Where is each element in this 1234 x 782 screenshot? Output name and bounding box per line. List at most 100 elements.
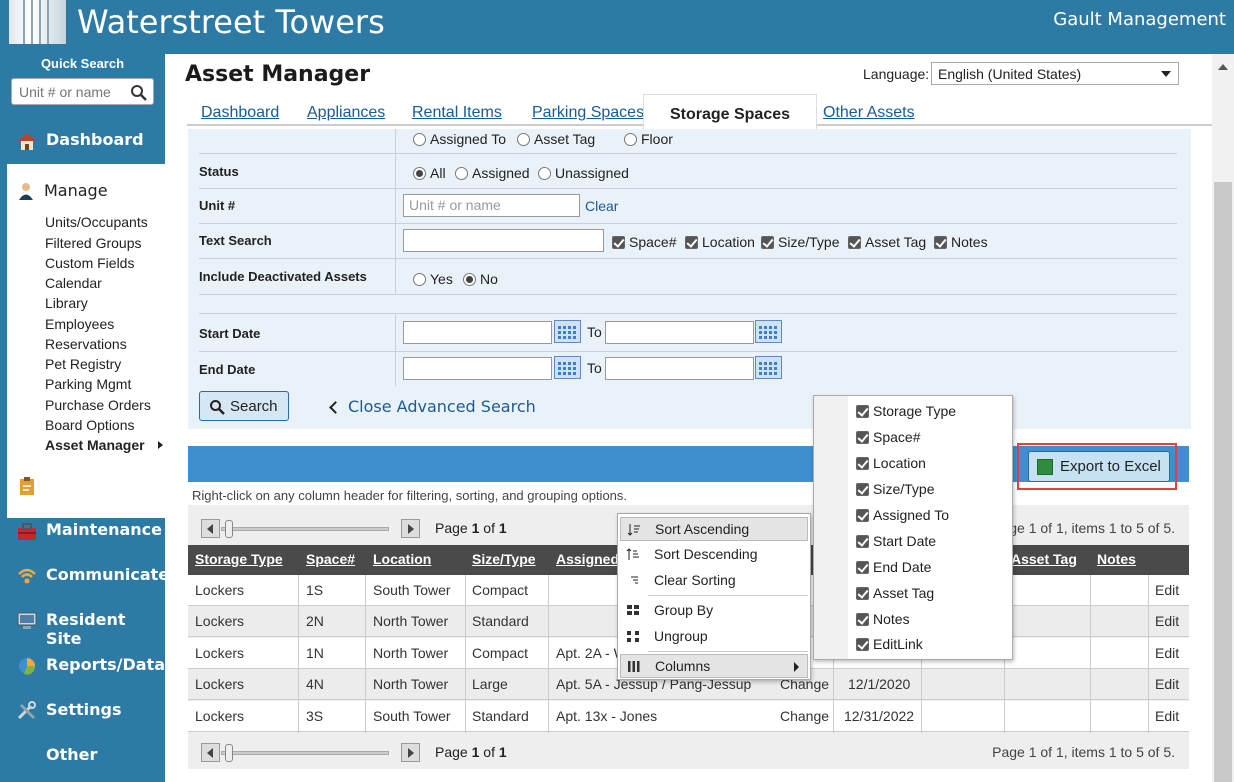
sortby-row: Assigned To Asset Tag Floor xyxy=(199,129,1177,154)
nav-settings[interactable]: Settings xyxy=(0,691,165,731)
sidebar-item-employees[interactable]: Employees xyxy=(45,316,114,332)
nav-reports-data[interactable]: Reports/Data xyxy=(0,646,165,686)
col-header-space[interactable]: Space# xyxy=(306,551,355,567)
calendar-icon[interactable] xyxy=(755,356,782,379)
change-link[interactable]: Change xyxy=(780,708,829,724)
tab-dashboard[interactable]: Dashboard xyxy=(201,104,279,122)
tab-rental-items[interactable]: Rental Items xyxy=(412,104,502,122)
tools-icon xyxy=(17,701,36,720)
scrollbar-thumb[interactable] xyxy=(1214,182,1232,782)
nav-communicate[interactable]: Communicate xyxy=(0,556,169,596)
sidebar-item-filtered-groups[interactable]: Filtered Groups xyxy=(45,235,141,251)
sortby-assigned-option[interactable]: Assigned To xyxy=(413,131,506,147)
next-page-button[interactable] xyxy=(401,519,420,538)
vertical-scrollbar[interactable] xyxy=(1212,54,1234,782)
menu-item-ungroup[interactable]: Ungroup xyxy=(620,625,808,649)
deactivated-no-radio[interactable]: No xyxy=(463,271,498,287)
close-advanced-search-link[interactable]: Close Advanced Search xyxy=(329,397,536,416)
sidebar-item-units-occupants[interactable]: Units/Occupants xyxy=(45,214,148,230)
col-header-size-type[interactable]: Size/Type xyxy=(472,551,536,567)
sortby-floor-option[interactable]: Floor xyxy=(624,131,673,147)
column-toggle-storage-type[interactable]: Storage Type xyxy=(856,403,956,419)
nav-maintenance[interactable]: Maintenance xyxy=(0,511,165,551)
status-all-radio[interactable]: All xyxy=(413,165,446,181)
column-toggle-editlink[interactable]: EditLink xyxy=(856,636,923,652)
col-header-asset-tag[interactable]: Asset Tag xyxy=(1011,551,1077,567)
edit-link[interactable]: Edit xyxy=(1155,645,1179,661)
start-date-to-input[interactable] xyxy=(605,321,754,344)
sidebar-item-purchase-orders[interactable]: Purchase Orders xyxy=(45,397,151,413)
sidebar-item-library[interactable]: Library xyxy=(45,295,88,311)
prev-page-button[interactable] xyxy=(201,743,220,762)
nav-resident-site[interactable]: Resident Site xyxy=(0,601,165,648)
page-slider-handle[interactable] xyxy=(225,744,233,762)
next-page-button[interactable] xyxy=(401,743,420,762)
toolbox-icon xyxy=(18,523,36,540)
field-size-type-checkbox[interactable]: Size/Type xyxy=(761,234,839,250)
column-toggle-end-date[interactable]: End Date xyxy=(856,559,931,575)
start-date-from-input[interactable] xyxy=(403,321,552,344)
search-button[interactable]: Search xyxy=(199,391,289,421)
column-toggle-size-type[interactable]: Size/Type xyxy=(856,481,934,497)
nav-dashboard[interactable]: Dashboard xyxy=(0,121,165,161)
sidebar-item-board-options[interactable]: Board Options xyxy=(45,417,135,433)
tab-other-assets[interactable]: Other Assets xyxy=(823,104,915,122)
field-asset-tag-checkbox[interactable]: Asset Tag xyxy=(848,234,926,250)
column-toggle-space[interactable]: Space# xyxy=(856,429,920,445)
menu-item-group-by[interactable]: Group By xyxy=(620,599,808,623)
language-select[interactable]: English (United States) xyxy=(931,62,1179,85)
nav-other[interactable]: Other xyxy=(0,736,165,776)
column-toggle-assigned-to[interactable]: Assigned To xyxy=(856,507,949,523)
end-date-from-input[interactable] xyxy=(403,357,552,380)
menu-item-columns[interactable]: Columns xyxy=(620,654,808,678)
column-toggle-asset-tag[interactable]: Asset Tag xyxy=(856,585,934,601)
menu-item-clear-sorting[interactable]: Clear Sorting xyxy=(620,569,808,593)
menu-item-sort-descending[interactable]: Sort Descending xyxy=(620,543,808,567)
edit-link[interactable]: Edit xyxy=(1155,708,1179,724)
edit-link[interactable]: Edit xyxy=(1155,613,1179,629)
nav-front-desk[interactable]: Front Desk xyxy=(0,466,165,506)
col-header-notes[interactable]: Notes xyxy=(1097,551,1136,567)
col-header-assigned[interactable]: Assigned xyxy=(556,551,619,567)
search-icon[interactable] xyxy=(130,84,147,101)
status-assigned-radio[interactable]: Assigned xyxy=(455,165,530,181)
sidebar-item-asset-manager[interactable]: Asset Manager xyxy=(45,437,145,453)
sidebar-item-parking-mgmt[interactable]: Parking Mgmt xyxy=(45,376,131,392)
column-toggle-start-date[interactable]: Start Date xyxy=(856,533,936,549)
page-slider[interactable] xyxy=(221,527,389,531)
column-toggle-location[interactable]: Location xyxy=(856,455,926,471)
text-search-input[interactable] xyxy=(403,229,604,252)
sidebar-item-calendar[interactable]: Calendar xyxy=(45,275,102,291)
export-to-excel-button[interactable]: Export to Excel xyxy=(1028,451,1170,482)
calendar-icon[interactable] xyxy=(554,356,581,379)
calendar-icon[interactable] xyxy=(554,320,581,343)
quick-search-input[interactable] xyxy=(12,79,127,104)
sidebar-item-reservations[interactable]: Reservations xyxy=(45,336,127,352)
tab-appliances[interactable]: Appliances xyxy=(307,104,385,122)
deactivated-yes-radio[interactable]: Yes xyxy=(413,271,453,287)
menu-item-sort-ascending[interactable]: Sort Ascending xyxy=(620,517,808,541)
column-toggle-notes[interactable]: Notes xyxy=(856,611,910,627)
col-header-storage-type[interactable]: Storage Type xyxy=(195,551,283,567)
sort-descending-icon xyxy=(626,548,639,560)
sortby-asset-tag-option[interactable]: Asset Tag xyxy=(517,131,595,147)
page-slider[interactable] xyxy=(221,751,389,755)
prev-page-button[interactable] xyxy=(201,519,220,538)
field-space-checkbox[interactable]: Space# xyxy=(612,234,676,250)
edit-link[interactable]: Edit xyxy=(1155,676,1179,692)
field-notes-checkbox[interactable]: Notes xyxy=(934,234,988,250)
col-header-location[interactable]: Location xyxy=(373,551,431,567)
unit-input[interactable]: Unit # or name xyxy=(403,194,580,217)
status-unassigned-radio[interactable]: Unassigned xyxy=(538,165,629,181)
field-location-checkbox[interactable]: Location xyxy=(685,234,755,250)
clear-link[interactable]: Clear xyxy=(585,198,618,214)
page-slider-handle[interactable] xyxy=(225,520,233,538)
edit-link[interactable]: Edit xyxy=(1155,582,1179,598)
end-date-to-input[interactable] xyxy=(605,357,754,380)
tab-storage-spaces[interactable]: Storage Spaces xyxy=(643,94,817,135)
calendar-icon[interactable] xyxy=(755,320,782,343)
sidebar-item-pet-registry[interactable]: Pet Registry xyxy=(45,356,121,372)
tab-parking-spaces[interactable]: Parking Spaces xyxy=(532,104,644,122)
sidebar-item-custom-fields[interactable]: Custom Fields xyxy=(45,255,134,271)
scroll-up-icon[interactable] xyxy=(1218,64,1228,70)
